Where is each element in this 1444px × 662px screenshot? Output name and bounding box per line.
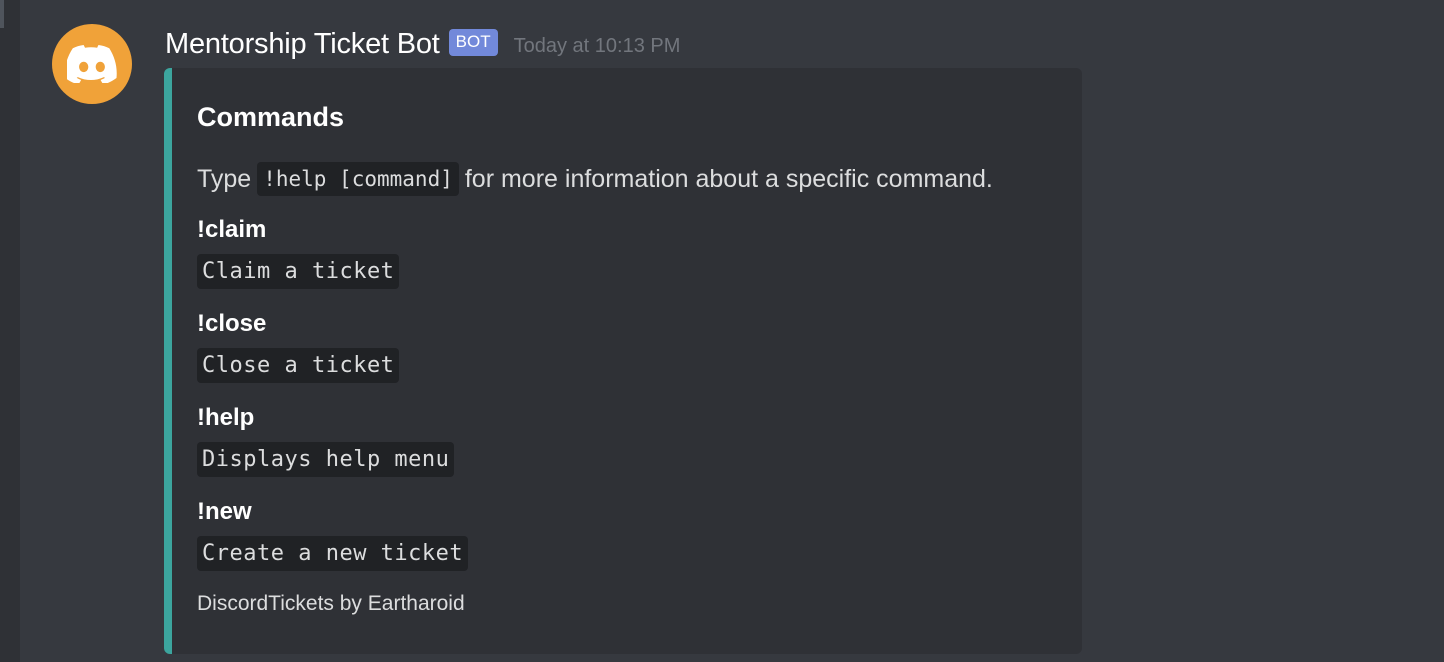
description-suffix: for more information about a specific co…	[464, 164, 993, 193]
field-value-claim: Claim a ticket	[197, 254, 400, 289]
description-prefix: Type	[197, 164, 252, 193]
field-value-new: Create a new ticket	[197, 536, 469, 571]
field-name-new: !new	[197, 498, 252, 525]
bot-avatar[interactable]	[52, 24, 132, 104]
discord-logo-icon	[67, 45, 117, 83]
embed-title: Commands	[197, 102, 345, 132]
description-inline-code: !help [command]	[257, 162, 459, 196]
field-name-claim: !claim	[197, 216, 267, 243]
field-value-help: Displays help menu	[197, 442, 455, 477]
field-name-close: !close	[197, 310, 267, 337]
channel-sidebar-edge	[0, 0, 20, 662]
message-header: Mentorship Ticket Bot BOT Today at 10:13…	[165, 24, 680, 64]
message-embed: Commands Type !help [command] for more i…	[164, 68, 1082, 654]
message-timestamp[interactable]: Today at 10:13 PM	[514, 35, 681, 58]
chat-message-view: Mentorship Ticket Bot BOT Today at 10:13…	[0, 0, 1444, 662]
scrollbar-thumb[interactable]	[0, 0, 4, 28]
bot-badge: BOT	[448, 28, 498, 56]
embed-description: Type !help [command] for more informatio…	[197, 162, 993, 196]
author-username[interactable]: Mentorship Ticket Bot	[165, 28, 440, 61]
embed-footer: DiscordTickets by Eartharoid	[197, 592, 465, 615]
field-name-help: !help	[197, 404, 255, 431]
field-value-close: Close a ticket	[197, 348, 400, 383]
